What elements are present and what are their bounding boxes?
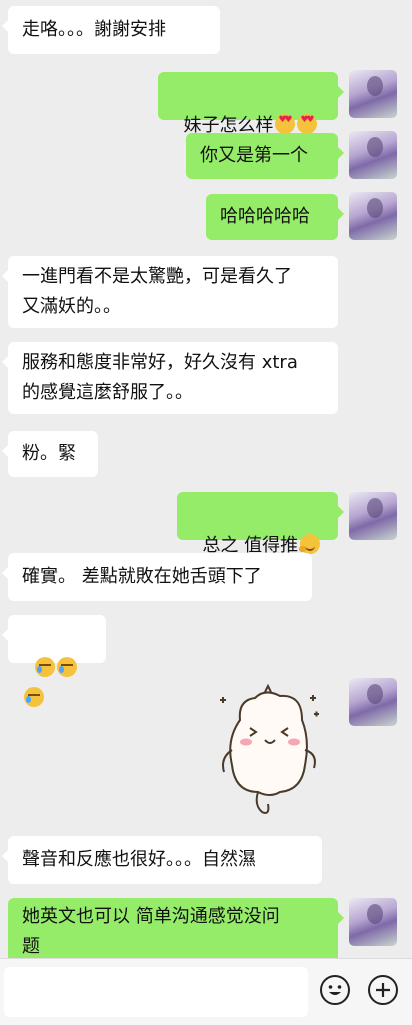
- avatar[interactable]: [349, 70, 397, 118]
- message-input[interactable]: [4, 967, 308, 1017]
- heart-eyes-emoji: [297, 114, 318, 134]
- crying-emoji: [57, 657, 78, 677]
- avatar[interactable]: [349, 492, 397, 540]
- message-bubble-incoming[interactable]: 服務和態度非常好，好久沒有 xtra 的感覺這麼舒服了。。: [2, 342, 338, 414]
- message-bubble-incoming[interactable]: 粉。緊: [2, 431, 98, 477]
- message-bubble-outgoing[interactable]: 你又是第一个: [186, 133, 344, 179]
- crying-emoji: [35, 657, 56, 677]
- message-bubble-incoming[interactable]: 聲音和反應也很好。。。自然濕: [2, 836, 322, 884]
- message-composer: [0, 958, 412, 1025]
- avatar[interactable]: [349, 131, 397, 179]
- crying-emoji: [24, 687, 44, 707]
- heart-eyes-emoji: [275, 114, 296, 134]
- message-bubble-incoming[interactable]: 走咯。。。謝謝安排: [2, 6, 220, 54]
- plus-icon[interactable]: [368, 975, 398, 1005]
- avatar[interactable]: [349, 192, 397, 240]
- avatar[interactable]: [349, 678, 397, 726]
- hugging-emoji: [299, 534, 321, 554]
- message-bubble-incoming[interactable]: 確實。 差點就敗在她舌頭下了: [2, 553, 312, 601]
- message-bubble-incoming[interactable]: [2, 615, 106, 707]
- message-bubble-outgoing[interactable]: 总之 值得推: [177, 492, 344, 556]
- sticker-image[interactable]: [210, 680, 330, 820]
- message-bubble-incoming[interactable]: 一進門看不是太驚艷，可是看久了 又滿妖的。。: [2, 256, 338, 328]
- message-bubble-outgoing[interactable]: 哈哈哈哈哈: [206, 194, 344, 240]
- message-bubble-outgoing[interactable]: 她英文也可以 简单沟通感觉没问 题: [8, 898, 344, 964]
- message-bubble-outgoing[interactable]: 妹子怎么样: [158, 72, 344, 136]
- avatar[interactable]: [349, 898, 397, 946]
- smiley-icon[interactable]: [320, 975, 350, 1005]
